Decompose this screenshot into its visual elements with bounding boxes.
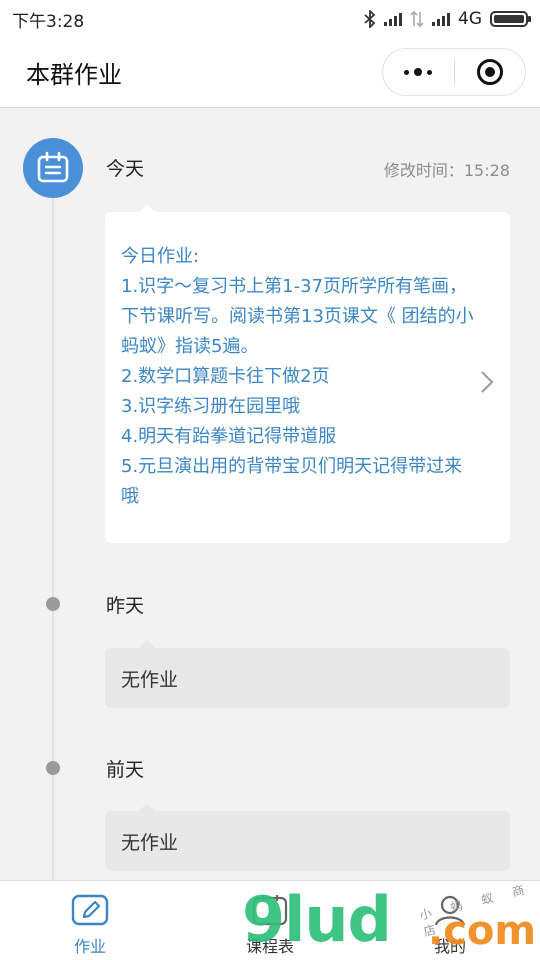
- timeline-dot-day-before: [46, 761, 60, 775]
- homework-line: 2.数学口算题卡往下做2页: [121, 366, 330, 387]
- signal-icon-2: [432, 12, 450, 26]
- tab-schedule[interactable]: 课程表: [180, 881, 360, 960]
- bottom-nav: 作业 课程表 我的: [0, 880, 540, 960]
- network-type: 4G: [458, 9, 482, 29]
- bluetooth-icon: [364, 10, 376, 28]
- homework-line: 今日作业:: [121, 246, 200, 267]
- status-icons: 4G: [364, 9, 531, 29]
- chevron-right-icon: [480, 370, 494, 398]
- homework-line: 5.元旦演出用的背带宝贝们明天记得带过来哦: [121, 456, 463, 507]
- empty-homework-text: 无作业: [121, 668, 179, 691]
- modified-time: 修改时间：15:28: [383, 161, 510, 180]
- status-bar: 下午3:28 4G: [0, 0, 540, 38]
- day-label-today: 今天: [106, 158, 145, 180]
- timeline-line: [52, 190, 54, 880]
- homework-content: 今日作业: 1.识字～复习书上第1-37页所学所有笔画，下节课听写。阅读书第13…: [121, 242, 477, 512]
- homework-line: 3.识字练习册在园里哦: [121, 396, 301, 417]
- more-dots-icon: [404, 68, 433, 76]
- timeline-dot-yesterday: [46, 597, 60, 611]
- tab-label: 课程表: [245, 937, 294, 956]
- close-mini-program-button[interactable]: [455, 49, 526, 95]
- day-label-day-before: 前天: [106, 759, 145, 781]
- status-time: 下午3:28: [12, 11, 85, 32]
- homework-line: 1.识字～复习书上第1-37页所学所有笔画，下节课听写。阅读书第13页课文《 团…: [121, 276, 474, 357]
- edit-icon: [71, 894, 109, 926]
- header: 本群作业: [0, 38, 540, 108]
- signal-icon: [384, 12, 402, 26]
- tab-label: 我的: [433, 937, 466, 956]
- battery-icon: [490, 11, 531, 27]
- calendar-icon: [37, 151, 69, 183]
- target-icon: [476, 59, 503, 85]
- calendar-badge: [23, 138, 83, 198]
- page-title: 本群作业: [26, 61, 122, 89]
- more-button[interactable]: [383, 49, 454, 95]
- empty-homework-text: 无作业: [121, 831, 179, 854]
- user-icon: [434, 895, 466, 926]
- homework-card-yesterday[interactable]: 无作业: [105, 640, 510, 708]
- calendar-icon: [252, 895, 288, 926]
- mini-program-capsule: [382, 48, 526, 96]
- data-transfer-icon: [410, 10, 424, 28]
- tab-label: 作业: [73, 937, 106, 956]
- homework-card-today[interactable]: 今日作业: 1.识字～复习书上第1-37页所学所有笔画，下节课听写。阅读书第13…: [105, 204, 510, 543]
- tab-homework[interactable]: 作业: [0, 881, 180, 960]
- tab-mine[interactable]: 我的: [360, 881, 540, 960]
- homework-card-day-before[interactable]: 无作业: [105, 803, 510, 871]
- homework-line: 4.明天有跆拳道记得带道服: [121, 426, 337, 447]
- day-label-yesterday: 昨天: [106, 595, 145, 617]
